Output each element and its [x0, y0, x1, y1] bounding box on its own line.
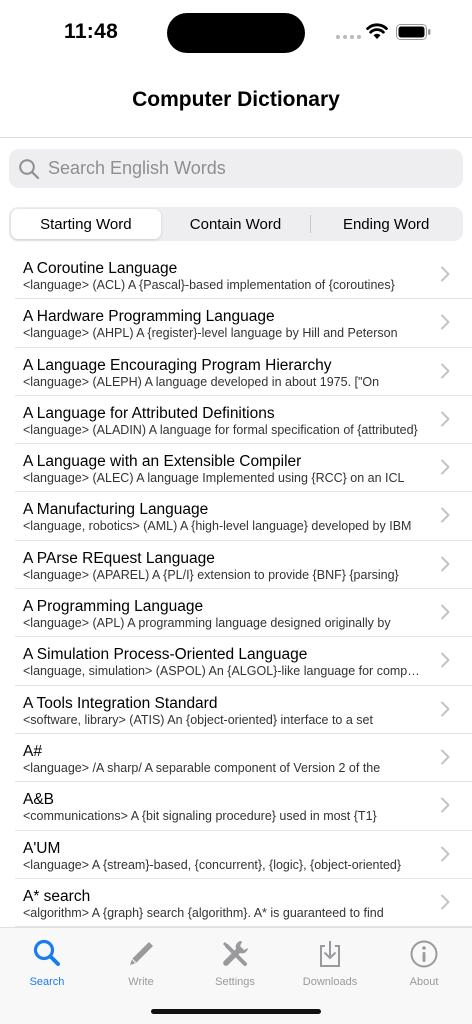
- cellular-signal-icon: [336, 35, 361, 39]
- entry-title: A'UM: [23, 839, 61, 857]
- chevron-right-icon: [441, 411, 450, 427]
- chevron-right-icon: [441, 459, 450, 475]
- search-input[interactable]: [48, 158, 428, 179]
- entry-summary: <language> (ACL) A {Pascal}-based implem…: [23, 278, 395, 292]
- entry-summary: <software, library> (ATIS) An {object-or…: [23, 712, 373, 727]
- list-item[interactable]: A Language Encouraging Program Hierarchy…: [15, 348, 472, 396]
- list-item[interactable]: A Hardware Programming Language <languag…: [15, 299, 472, 348]
- word-list: A Coroutine Language <language> (ACL) A …: [0, 251, 472, 928]
- entry-summary: <language, robotics> (AML) A {high-level…: [23, 519, 412, 534]
- entry-title: A&B: [23, 791, 55, 809]
- segment-ending-word[interactable]: Ending Word: [311, 209, 461, 239]
- list-item[interactable]: A Simulation Process-Oriented Language <…: [15, 637, 472, 686]
- home-indicator: [151, 1009, 321, 1014]
- entry-summary: <language> (ALEC) A language Implemented…: [23, 471, 405, 486]
- search-icon: [19, 158, 40, 179]
- pencil-icon: [130, 942, 153, 965]
- entry-title: A Language Encouraging Program Hierarchy: [23, 356, 332, 374]
- list-item[interactable]: A# <language> /A sharp/ A separable comp…: [15, 734, 472, 783]
- tab-label: Write: [128, 976, 154, 988]
- info-icon: [410, 940, 438, 968]
- entry-title: A Simulation Process-Oriented Language: [23, 646, 308, 664]
- entry-title: A Manufacturing Language: [23, 501, 209, 519]
- entry-summary: <language> (ALADIN) A language for forma…: [23, 422, 418, 437]
- entry-summary: <language> A {stream}-based, {concurrent…: [23, 857, 402, 872]
- wifi-icon: [366, 23, 388, 39]
- list-item[interactable]: A&B <communications> A {bit signaling pr…: [15, 782, 472, 831]
- chevron-right-icon: [441, 797, 450, 813]
- entry-summary: <language> (AHPL) A {register}-level lan…: [23, 326, 398, 341]
- segment-starting-word[interactable]: Starting Word: [11, 209, 161, 239]
- tab-label: About: [409, 976, 439, 988]
- list-item[interactable]: A Programming Language <language> (APL) …: [15, 589, 472, 638]
- tools-icon: [223, 941, 248, 966]
- segment-contain-word[interactable]: Contain Word: [161, 209, 311, 239]
- entry-summary: <language, simulation> (ASPOL) An {ALGOL…: [23, 664, 425, 679]
- status-bar: 11:48: [0, 0, 472, 64]
- search-icon: [33, 939, 60, 966]
- tab-settings[interactable]: Settings: [188, 928, 282, 998]
- chevron-right-icon: [441, 701, 450, 717]
- chevron-right-icon: [441, 266, 450, 282]
- search-mode-segmented-control: Starting Word Contain Word Ending Word: [9, 207, 463, 241]
- chevron-right-icon: [441, 507, 450, 523]
- list-item[interactable]: A'UM <language> A {stream}-based, {concu…: [15, 831, 472, 879]
- list-item[interactable]: A* search <algorithm> A {graph} search {…: [15, 879, 472, 928]
- entry-title: A* search: [23, 887, 91, 905]
- entry-summary: <communications> A {bit signaling proced…: [23, 809, 377, 824]
- entry-summary: <language> (APL) A programming language …: [23, 616, 391, 631]
- entry-title: A PArse REquest Language: [23, 549, 215, 567]
- list-item[interactable]: A Coroutine Language <language> (ACL) A …: [15, 251, 472, 300]
- chevron-right-icon: [441, 314, 450, 330]
- tab-search[interactable]: Search: [0, 928, 94, 998]
- chevron-right-icon: [441, 894, 450, 910]
- entry-title: A Coroutine Language: [23, 260, 178, 277]
- tab-label: Downloads: [302, 976, 358, 988]
- entry-summary: <language> (ALEPH) A language developed …: [23, 374, 380, 389]
- entry-title: A Hardware Programming Language: [23, 308, 275, 326]
- page-title: Computer Dictionary: [132, 88, 340, 111]
- chevron-right-icon: [441, 652, 450, 668]
- entry-summary: <algorithm> A {graph} search {algorithm}…: [23, 905, 384, 920]
- status-time: 11:48: [64, 20, 119, 43]
- dynamic-island: [167, 13, 305, 53]
- chevron-right-icon: [441, 604, 450, 620]
- list-item[interactable]: A Language for Attributed Definitions <l…: [15, 396, 472, 445]
- tab-downloads[interactable]: Downloads: [283, 928, 377, 998]
- chevron-right-icon: [441, 846, 450, 862]
- entry-title: A#: [23, 742, 42, 760]
- list-item[interactable]: A PArse REquest Language <language> (APA…: [15, 541, 472, 590]
- chevron-right-icon: [441, 363, 450, 379]
- chevron-right-icon: [441, 749, 450, 765]
- entry-summary: <language> /A sharp/ A separable compone…: [23, 760, 381, 775]
- list-item[interactable]: A Manufacturing Language <language, robo…: [15, 492, 472, 541]
- entry-summary: <language> (APAREL) A {PL/I} extension t…: [23, 567, 399, 582]
- tab-label: Settings: [215, 976, 255, 988]
- entry-title: A Language with an Extensible Compiler: [23, 453, 302, 471]
- list-item[interactable]: A Tools Integration Standard <software, …: [15, 686, 472, 734]
- battery-icon: [396, 24, 431, 40]
- search-bar[interactable]: [9, 149, 463, 188]
- tab-label: Search: [29, 976, 65, 988]
- tab-about[interactable]: About: [377, 928, 471, 998]
- download-icon: [320, 941, 340, 967]
- entry-title: A Programming Language: [23, 598, 204, 616]
- tab-write[interactable]: Write: [94, 928, 188, 998]
- entry-title: A Tools Integration Standard: [23, 694, 218, 712]
- list-item[interactable]: A Language with an Extensible Compiler <…: [15, 444, 472, 493]
- entry-title: A Language for Attributed Definitions: [23, 404, 275, 422]
- nav-divider: [0, 137, 472, 138]
- chevron-right-icon: [441, 556, 450, 572]
